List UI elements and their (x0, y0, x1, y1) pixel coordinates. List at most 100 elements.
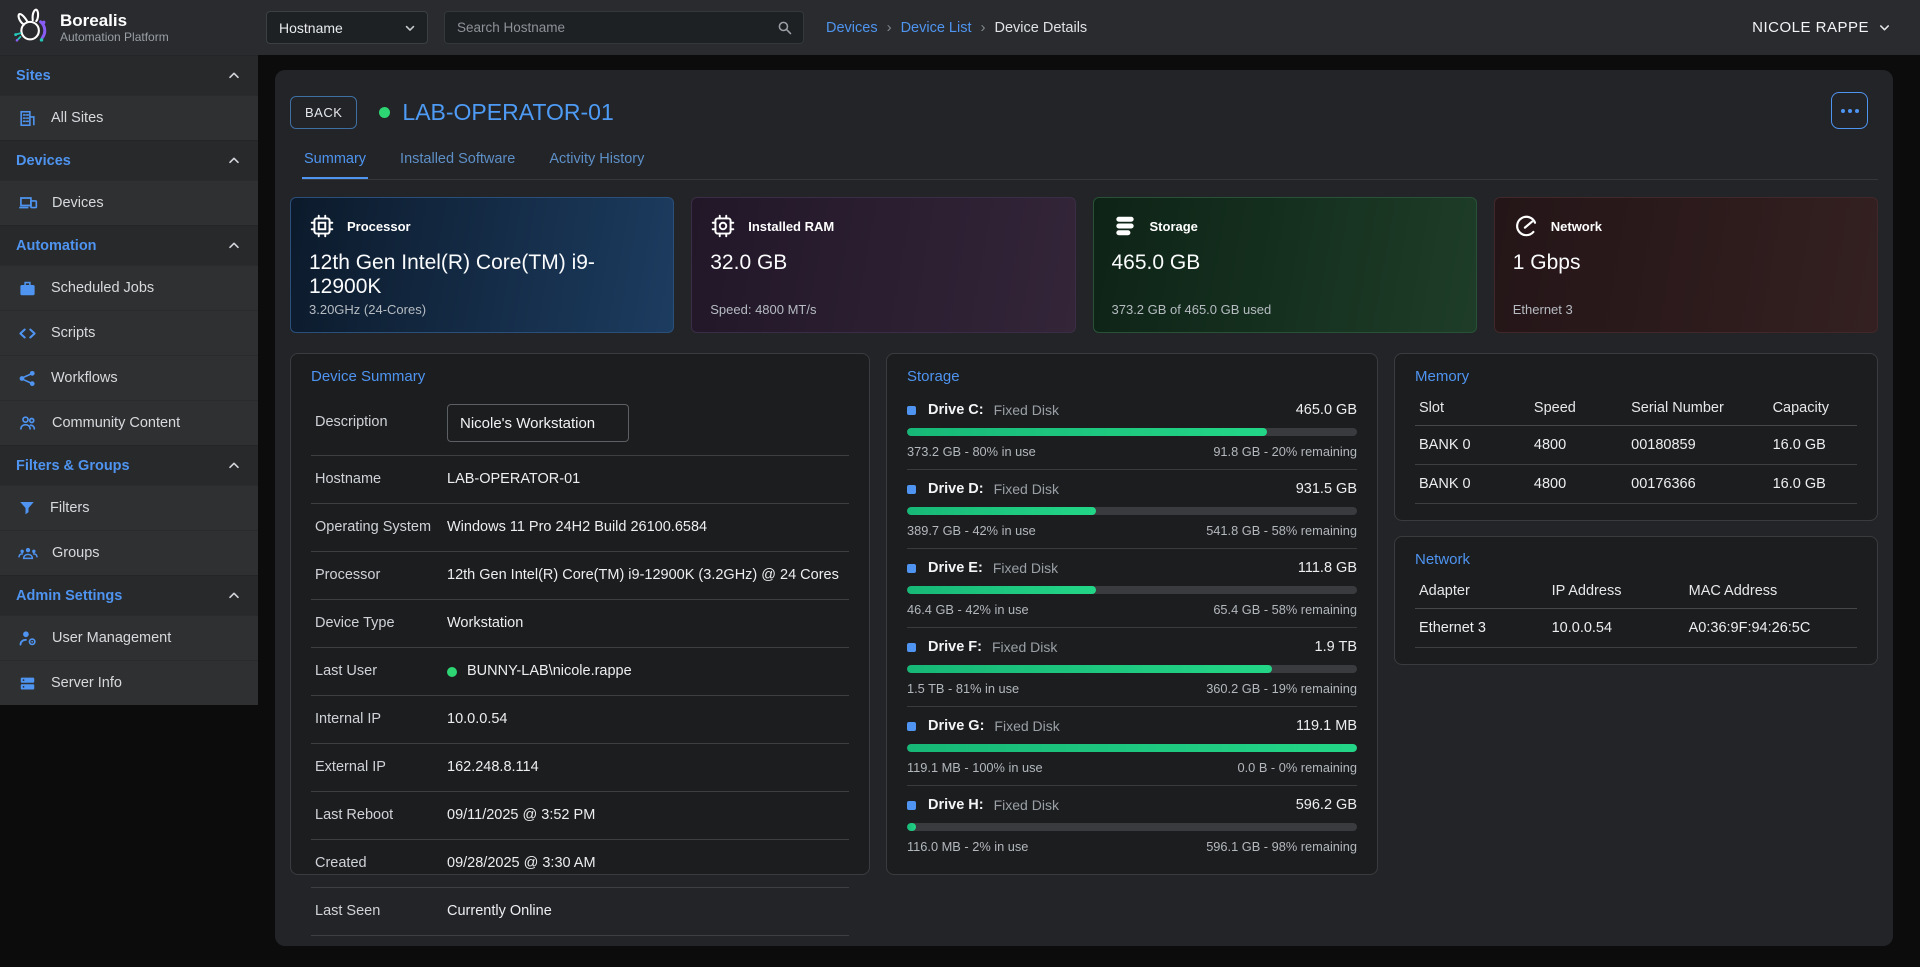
drive-usage-bar (907, 586, 1357, 594)
sidebar-item-community-content[interactable]: Community Content (0, 400, 258, 445)
sidebar-item-label: Workflows (51, 370, 118, 386)
sidebar-section-sites[interactable]: Sites (0, 55, 258, 95)
search-field-value: Hostname (279, 20, 343, 36)
user-menu[interactable]: NICOLE RAPPE (1752, 19, 1892, 36)
memory-table: Slot Speed Serial Number Capacity BANK 0… (1415, 391, 1857, 504)
drive-usage-bar (907, 744, 1357, 752)
drive-row-c: Drive C: Fixed Disk 465.0 GB 373.2 GB - … (907, 391, 1357, 470)
drive-row-d: Drive D: Fixed Disk 931.5 GB 389.7 GB - … (907, 470, 1357, 549)
search-icon[interactable] (776, 19, 793, 36)
filter-funnel-icon (18, 499, 36, 517)
cpu-icon (309, 213, 335, 239)
sidebar-item-user-management[interactable]: User Management (0, 615, 258, 660)
code-icon (18, 324, 37, 343)
building-icon (18, 109, 37, 128)
network-card: Network 1 Gbps Ethernet 3 (1494, 197, 1878, 333)
summary-row-processor: Processor 12th Gen Intel(R) Core(TM) i9-… (311, 552, 849, 600)
people-icon (18, 413, 38, 433)
drive-used: 119.1 MB - 100% in use (907, 760, 1043, 775)
breadcrumb-separator: › (981, 19, 986, 36)
drive-remaining: 91.8 GB - 20% remaining (1213, 444, 1357, 459)
right-column: Memory Slot Speed Serial Number Capacity (1394, 353, 1878, 665)
drive-used: 1.5 TB - 81% in use (907, 681, 1019, 696)
search-input[interactable] (457, 20, 776, 35)
card-sub: Ethernet 3 (1513, 302, 1859, 317)
network-panel: Network Adapter IP Address MAC Address (1394, 536, 1878, 665)
borealis-bunny-logo-icon (10, 7, 52, 49)
sidebar-item-groups[interactable]: Groups (0, 530, 258, 575)
summary-row-last-seen: Last Seen Currently Online (311, 888, 849, 936)
brand-tagline: Automation Platform (60, 30, 169, 44)
card-label: Network (1551, 219, 1602, 234)
breadcrumb-devices[interactable]: Devices (826, 20, 878, 36)
tab-installed-software[interactable]: Installed Software (398, 151, 517, 179)
device-summary-panel: Device Summary Description Hostname LAB-… (290, 353, 870, 875)
breadcrumb-current: Device Details (995, 20, 1088, 36)
drive-used: 46.4 GB - 42% in use (907, 602, 1029, 617)
online-status-dot (379, 107, 390, 118)
brand-name: Borealis (60, 11, 169, 31)
search-box (444, 11, 804, 44)
sidebar-item-label: Scripts (51, 325, 95, 341)
summary-row-last-user: Last User BUNNY-LAB\nicole.rappe (311, 648, 849, 696)
brand-logo-block[interactable]: Borealis Automation Platform (0, 0, 258, 55)
sidebar-section-label: Sites (16, 68, 51, 84)
tab-activity-history[interactable]: Activity History (547, 151, 646, 179)
summary-row-hostname: Hostname LAB-OPERATOR-01 (311, 456, 849, 504)
sidebar-section-admin-settings[interactable]: Admin Settings (0, 575, 258, 615)
server-icon (18, 674, 37, 693)
drive-bullet-icon (907, 485, 916, 494)
ram-card: Installed RAM 32.0 GB Speed: 4800 MT/s (691, 197, 1075, 333)
breadcrumb: Devices › Device List › Device Details (826, 19, 1087, 36)
card-label: Processor (347, 219, 411, 234)
card-label: Installed RAM (748, 219, 834, 234)
sidebar-section-filters-groups[interactable]: Filters & Groups (0, 445, 258, 485)
memory-row: BANK 0 4800 00176366 16.0 GB (1415, 465, 1857, 504)
search-field-select[interactable]: Hostname (266, 11, 428, 44)
sidebar-item-scheduled-jobs[interactable]: Scheduled Jobs (0, 265, 258, 310)
sidebar-section-devices[interactable]: Devices (0, 140, 258, 180)
online-status-dot (447, 667, 457, 677)
sidebar: Borealis Automation Platform Sites All S… (0, 0, 258, 705)
summary-row-operating-system: Operating System Windows 11 Pro 24H2 Bui… (311, 504, 849, 552)
storage-panel: Storage Drive C: Fixed Disk 465.0 GB 373… (886, 353, 1378, 875)
card-sub: 3.20GHz (24-Cores) (309, 302, 655, 317)
summary-row-last-reboot: Last Reboot 09/11/2025 @ 3:52 PM (311, 792, 849, 840)
network-row: Ethernet 3 10.0.0.54 A0:36:9F:94:26:5C (1415, 609, 1857, 648)
stat-cards: Processor 12th Gen Intel(R) Core(TM) i9-… (290, 197, 1878, 333)
title-row: BACK LAB-OPERATOR-01 (290, 96, 1878, 129)
card-sub: Speed: 4800 MT/s (710, 302, 1056, 317)
sidebar-item-scripts[interactable]: Scripts (0, 310, 258, 355)
page-title: LAB-OPERATOR-01 (402, 99, 613, 126)
detail-panels: Device Summary Description Hostname LAB-… (290, 353, 1878, 875)
breadcrumb-device-list[interactable]: Device List (901, 20, 972, 36)
storage-card: Storage 465.0 GB 373.2 GB of 465.0 GB us… (1093, 197, 1477, 333)
sidebar-item-server-info[interactable]: Server Info (0, 660, 258, 705)
description-input[interactable] (447, 404, 629, 442)
breadcrumb-separator: › (887, 19, 892, 36)
tab-summary[interactable]: Summary (302, 151, 368, 179)
dot-icon (1841, 109, 1845, 113)
card-value: 465.0 GB (1112, 251, 1458, 275)
sidebar-section-automation[interactable]: Automation (0, 225, 258, 265)
sidebar-item-filters[interactable]: Filters (0, 485, 258, 530)
sidebar-item-workflows[interactable]: Workflows (0, 355, 258, 400)
summary-row-internal-ip: Internal IP 10.0.0.54 (311, 696, 849, 744)
chevron-down-icon (1877, 20, 1892, 35)
sidebar-item-label: Community Content (52, 415, 180, 431)
card-value: 12th Gen Intel(R) Core(TM) i9-12900K (309, 251, 655, 299)
sidebar-item-all-sites[interactable]: All Sites (0, 95, 258, 140)
speedometer-icon (1513, 213, 1539, 239)
brand-text: Borealis Automation Platform (60, 11, 169, 45)
more-options-button[interactable] (1831, 92, 1868, 129)
drive-usage-bar (907, 823, 1357, 831)
devices-icon (18, 193, 38, 213)
drive-used: 116.0 MB - 2% in use (907, 839, 1028, 854)
drive-bullet-icon (907, 722, 916, 731)
drive-remaining: 65.4 GB - 58% remaining (1213, 602, 1357, 617)
sidebar-item-devices[interactable]: Devices (0, 180, 258, 225)
chevron-up-icon (226, 238, 242, 254)
drive-remaining: 0.0 B - 0% remaining (1238, 760, 1358, 775)
sidebar-item-label: Scheduled Jobs (51, 280, 154, 296)
back-button[interactable]: BACK (290, 96, 357, 129)
